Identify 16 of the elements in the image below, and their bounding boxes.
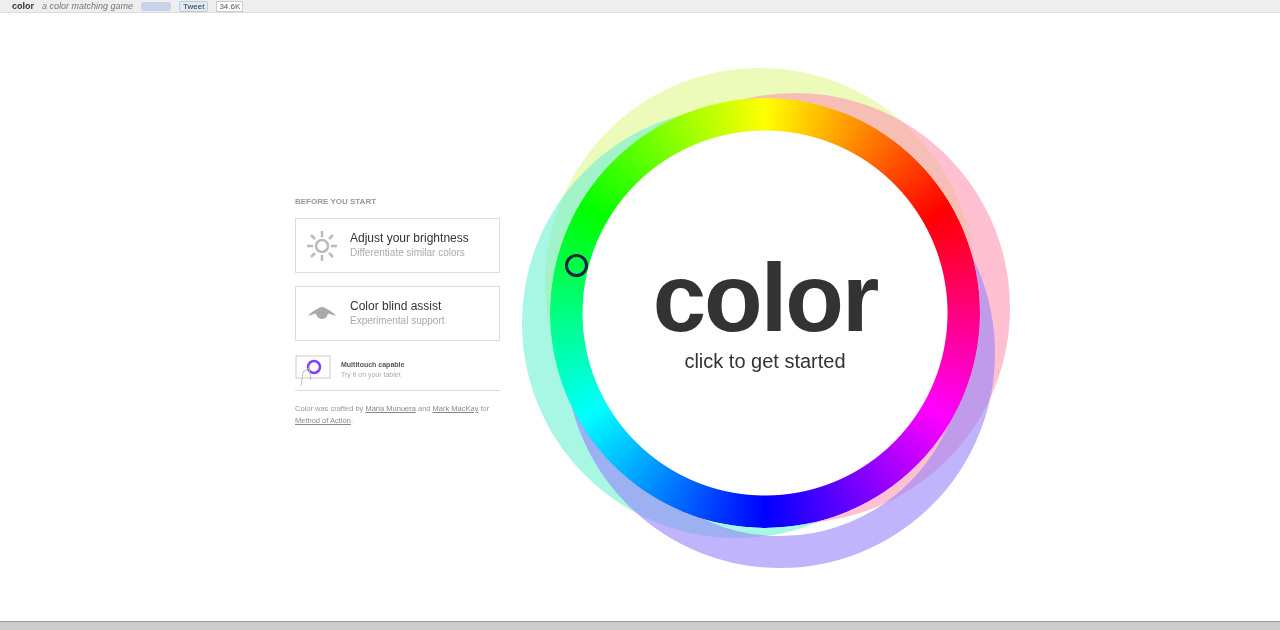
tagline: a color matching game — [42, 0, 134, 12]
game-title: color — [652, 250, 878, 346]
option-subtitle: Experimental support — [350, 314, 445, 328]
option-title: Adjust your brightness — [350, 231, 469, 246]
option-card[interactable]: Adjust your brightness Differentiate similar colors — [295, 218, 500, 273]
tablet-icon — [295, 354, 331, 386]
section-heading: BEFORE YOU START — [295, 196, 378, 208]
sun-icon — [306, 229, 338, 262]
logo[interactable]: color — [12, 0, 34, 12]
option-title: Color blind assist — [350, 299, 443, 314]
tweet-button[interactable]: Tweet — [179, 0, 209, 12]
wheel-handle[interactable] — [565, 254, 588, 277]
start-prompt[interactable]: click to get started — [652, 346, 878, 376]
option-card[interactable]: Color blind assist Experimental support — [295, 286, 500, 341]
tweet-count: 34.6K — [216, 0, 244, 12]
option-subtitle: Differentiate similar colors — [350, 246, 466, 260]
